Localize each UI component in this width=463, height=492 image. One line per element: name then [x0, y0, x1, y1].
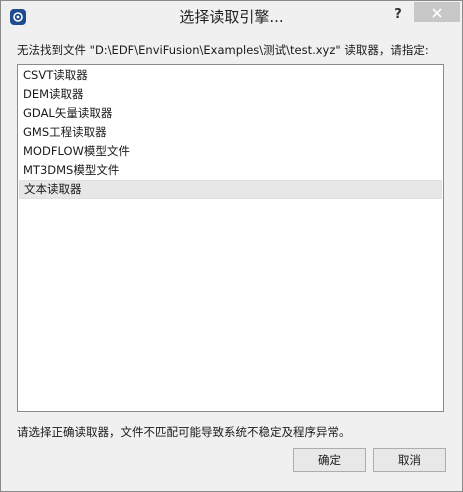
- list-item-text-reader[interactable]: 文本读取器: [19, 180, 442, 199]
- list-item-csvt-reader[interactable]: CSVT读取器: [18, 66, 443, 85]
- list-item-mt3dms-model-file[interactable]: MT3DMS模型文件: [18, 161, 443, 180]
- list-item-gdal-vector-reader[interactable]: GDAL矢量读取器: [18, 104, 443, 123]
- reader-list[interactable]: CSVT读取器 DEM读取器 GDAL矢量读取器 GMS工程读取器 MODFLO…: [17, 64, 444, 412]
- title-bar[interactable]: 选择读取引擎... ?: [1, 1, 462, 33]
- help-button[interactable]: ?: [386, 4, 410, 26]
- instruction-text: 无法找到文件 "D:\EDF\EnviFusion\Examples\测试\te…: [17, 43, 429, 57]
- list-item-modflow-model-file[interactable]: MODFLOW模型文件: [18, 142, 443, 161]
- dialog-window: 选择读取引擎... ? 无法找到文件 "D:\EDF\EnviFusion\Ex…: [0, 0, 463, 492]
- app-logo-icon: [10, 9, 26, 25]
- list-item-dem-reader[interactable]: DEM读取器: [18, 85, 443, 104]
- list-item-gms-project-reader[interactable]: GMS工程读取器: [18, 123, 443, 142]
- warning-text: 请选择正确读取器，文件不匹配可能导致系统不稳定及程序异常。: [17, 425, 351, 439]
- close-button[interactable]: [414, 2, 460, 22]
- close-icon: [432, 3, 442, 22]
- cancel-button[interactable]: 取消: [373, 448, 446, 472]
- ok-button[interactable]: 确定: [293, 448, 366, 472]
